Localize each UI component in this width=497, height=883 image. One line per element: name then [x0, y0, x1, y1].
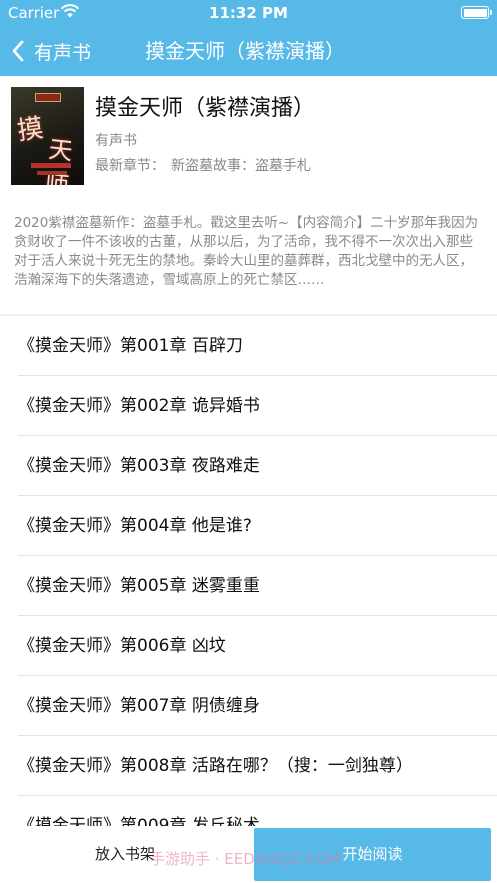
- chapter-item[interactable]: 《摸金天师》第005章 迷雾重重: [0, 556, 497, 616]
- book-title: 摸金天师（紫襟演播）: [95, 96, 316, 121]
- nav-bar: 有声书 摸金天师（紫襟演播）: [0, 26, 497, 76]
- latest-chapter-value: 新盗墓故事：盗墓手札: [171, 158, 311, 174]
- chapter-item[interactable]: 《摸金天师》第002章 诡异婚书: [0, 376, 497, 436]
- book-cover[interactable]: 摸 天师: [11, 87, 84, 185]
- chapter-list[interactable]: 《摸金天师》第001章 百辟刀 《摸金天师》第002章 诡异婚书 《摸金天师》第…: [0, 316, 497, 826]
- cover-title-main: 摸: [15, 113, 46, 147]
- add-to-shelf-button[interactable]: 放入书架: [0, 826, 250, 883]
- page-title: 摸金天师（紫襟演播）: [145, 39, 345, 63]
- latest-chapter-label: 最新章节：: [95, 158, 165, 174]
- book-description: 2020紫襟盗墓新作：盗墓手札。戳这里去听~【内容简介】二十岁那年我因为贪财收了…: [14, 215, 479, 288]
- bottom-action-bar: 放入书架 开始阅读: [0, 826, 497, 883]
- book-type: 有声书: [95, 133, 137, 149]
- start-reading-button[interactable]: 开始阅读: [254, 828, 491, 881]
- chapter-item[interactable]: 《摸金天师》第006章 凶坟: [0, 616, 497, 676]
- battery-icon: [461, 6, 492, 19]
- cover-stripe: [31, 163, 71, 168]
- chapter-item[interactable]: 《摸金天师》第009章 发丘秘术: [0, 796, 497, 826]
- cover-title-sub: 天师: [44, 135, 75, 185]
- chapter-item[interactable]: 《摸金天师》第001章 百辟刀: [0, 316, 497, 376]
- chapter-item[interactable]: 《摸金天师》第007章 阴债缠身: [0, 676, 497, 736]
- chapter-item[interactable]: 《摸金天师》第003章 夜路难走: [0, 436, 497, 496]
- chevron-left-icon: [12, 40, 24, 62]
- back-label: 有声书: [34, 41, 92, 64]
- status-time: 11:32 PM: [209, 4, 288, 22]
- back-button[interactable]: 有声书: [10, 26, 91, 76]
- chapter-item[interactable]: 《摸金天师》第004章 他是谁?: [0, 496, 497, 556]
- book-header: 摸 天师 摸金天师（紫襟演播） 有声书 最新章节： 新盗墓故事：盗墓手札 2020…: [0, 76, 497, 314]
- cover-stripe-small: [37, 171, 67, 175]
- cover-banner: [35, 93, 61, 102]
- status-bar: Carrier 11:32 PM: [0, 0, 497, 26]
- latest-chapter[interactable]: 最新章节： 新盗墓故事：盗墓手札: [95, 155, 311, 175]
- chapter-item[interactable]: 《摸金天师》第008章 活路在哪？（搜：一剑独尊）: [0, 736, 497, 796]
